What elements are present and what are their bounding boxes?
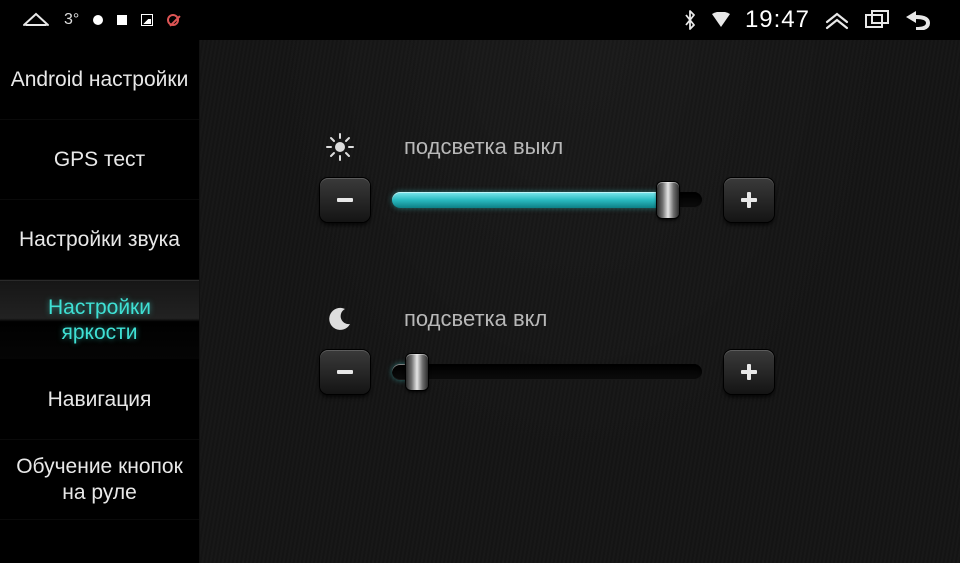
brightness-night-slider[interactable] [392, 357, 702, 387]
sidebar-item-brightness-settings[interactable]: Настройки яркости [0, 280, 199, 360]
brightness-day-plus-button[interactable] [724, 178, 774, 222]
sidebar-item-label: Обучение кнопок на руле [8, 454, 191, 504]
sidebar-item-label: Настройки яркости [8, 295, 191, 345]
status-square-icon [117, 15, 127, 25]
status-dot-icon [93, 15, 103, 25]
brightness-panel: подсветка выкл [200, 40, 960, 563]
sidebar-item-label: Настройки звука [19, 227, 180, 252]
sidebar-item-android-settings[interactable]: Android настройки [0, 40, 199, 120]
bluetooth-icon [683, 10, 697, 30]
moon-icon [320, 306, 360, 332]
brightness-day-minus-button[interactable] [320, 178, 370, 222]
brightness-night-label: подсветка вкл [404, 306, 547, 332]
sidebar-item-sound-settings[interactable]: Настройки звука [0, 200, 199, 280]
slider-thumb[interactable] [406, 354, 428, 390]
brightness-day-label: подсветка выкл [404, 134, 563, 160]
brightness-day-slider[interactable] [392, 185, 702, 215]
settings-sidebar: Android настройки GPS тест Настройки зву… [0, 40, 200, 563]
slider-track [392, 364, 702, 380]
brightness-night-plus-button[interactable] [724, 350, 774, 394]
brightness-night-row: подсветка вкл [320, 302, 890, 394]
sidebar-item-label: Android настройки [11, 67, 189, 92]
sidebar-item-label: GPS тест [54, 147, 145, 172]
home-icon[interactable] [22, 11, 50, 29]
no-entry-icon [167, 14, 179, 26]
sidebar-item-navigation[interactable]: Навигация [0, 360, 199, 440]
sun-icon [320, 133, 360, 161]
recent-apps-icon[interactable] [864, 10, 890, 30]
sidebar-item-gps-test[interactable]: GPS тест [0, 120, 199, 200]
brightness-day-row: подсветка выкл [320, 130, 890, 222]
temperature-indicator: 3° [64, 11, 79, 29]
slider-fill [392, 192, 668, 208]
status-clock: 19:47 [745, 6, 810, 34]
chevron-up-icon[interactable] [824, 10, 850, 30]
slider-thumb[interactable] [657, 182, 679, 218]
picture-icon [141, 14, 153, 26]
brightness-night-minus-button[interactable] [320, 350, 370, 394]
sidebar-item-label: Навигация [48, 387, 152, 412]
sidebar-item-wheel-buttons[interactable]: Обучение кнопок на руле [0, 440, 199, 520]
wifi-icon [711, 12, 731, 28]
status-bar: 3° 19:47 [0, 0, 960, 40]
back-icon[interactable] [904, 10, 932, 30]
